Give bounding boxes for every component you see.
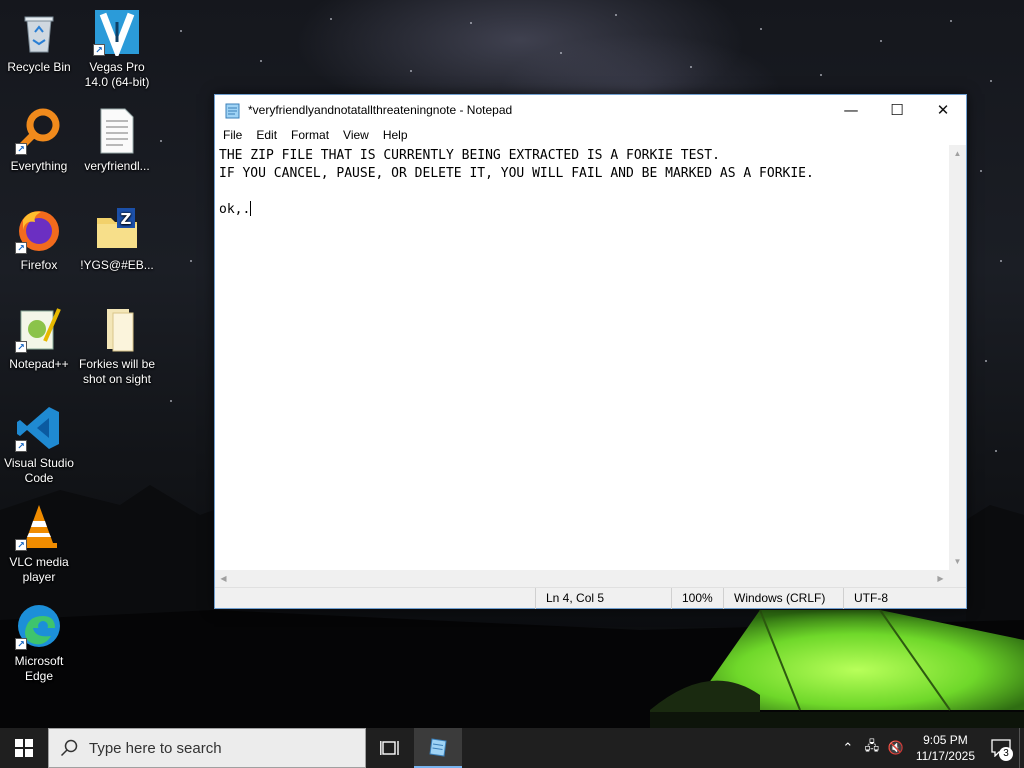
window-title: *veryfriendlyandnotatallthreateningnote … (248, 103, 513, 117)
start-button[interactable] (0, 728, 48, 768)
scroll-left-icon[interactable]: ◀ (215, 570, 232, 587)
vegas-pro-icon: ↗ (93, 8, 141, 60)
desktop-icon-vscode[interactable]: ↗ Visual Studio Code (0, 404, 78, 486)
show-desktop-button[interactable] (1019, 728, 1024, 768)
action-center-button[interactable]: 3 (983, 728, 1019, 768)
status-bar: Ln 4, Col 5 100% Windows (CRLF) UTF-8 (215, 587, 966, 609)
scroll-right-icon[interactable]: ▶ (932, 570, 949, 587)
text-editor[interactable]: THE ZIP FILE THAT IS CURRENTLY BEING EXT… (215, 145, 949, 570)
search-icon (49, 739, 89, 757)
desktop-icon-everything[interactable]: ↗ Everything (0, 107, 78, 174)
desktop-icon-vlc[interactable]: ↗ VLC media player (0, 503, 78, 585)
clock-date: 11/17/2025 (915, 749, 975, 763)
taskbar-search-box[interactable]: Type here to search (48, 728, 366, 768)
horizontal-scrollbar[interactable]: ◀ ▶ (215, 570, 949, 587)
menu-help[interactable]: Help (376, 128, 415, 142)
firefox-icon: ↗ (15, 206, 63, 254)
close-button[interactable]: ✕ (920, 95, 966, 125)
vertical-scrollbar[interactable]: ▲ ▼ (949, 145, 966, 570)
task-view-button[interactable] (366, 728, 414, 768)
task-view-icon (380, 741, 399, 755)
vlc-icon: ↗ (15, 503, 63, 551)
title-bar[interactable]: *veryfriendlyandnotatallthreateningnote … (215, 95, 966, 125)
notepad-icon (429, 738, 447, 757)
green-tent-image (650, 609, 1024, 728)
shortcut-arrow-icon: ↗ (93, 44, 105, 56)
notification-count-badge: 3 (999, 747, 1013, 761)
desktop-icon-vegas-pro[interactable]: ↗ Vegas Pro 14.0 (64-bit) (78, 8, 156, 90)
taskbar: Type here to search ⌃ 🖧 🔇 9:05 PM 11/17/… (0, 728, 1024, 768)
zip-folder-icon: Z (93, 206, 141, 254)
desktop-icon-notepad-plus-plus[interactable]: ↗ Notepad++ (0, 305, 78, 372)
edge-icon: ↗ (15, 602, 63, 650)
windows-logo-icon (15, 739, 33, 757)
desktop-icon-firefox[interactable]: ↗ Firefox (0, 206, 78, 273)
maximize-button[interactable]: ☐ (874, 95, 920, 125)
status-line-ending: Windows (CRLF) (723, 588, 843, 609)
status-zoom: 100% (671, 588, 723, 609)
taskbar-notepad-button[interactable] (414, 728, 462, 768)
menu-view[interactable]: View (336, 128, 376, 142)
shortcut-arrow-icon: ↗ (15, 143, 27, 155)
everything-search-icon: ↗ (15, 107, 63, 155)
notepad-window[interactable]: *veryfriendlyandnotatallthreateningnote … (214, 94, 967, 609)
search-placeholder: Type here to search (89, 739, 222, 757)
scroll-down-icon[interactable]: ▼ (949, 553, 966, 570)
editor-line: THE ZIP FILE THAT IS CURRENTLY BEING EXT… (219, 148, 720, 163)
notepad-plus-plus-icon: ↗ (15, 305, 63, 353)
desktop-icon-recycle-bin[interactable]: Recycle Bin (0, 8, 78, 75)
scroll-up-icon[interactable]: ▲ (949, 145, 966, 162)
menu-bar: File Edit Format View Help (215, 125, 966, 145)
scrollbar-corner (949, 570, 966, 587)
volume-muted-icon[interactable]: 🔇 (884, 740, 908, 756)
status-encoding: UTF-8 (843, 588, 966, 609)
editor-line: ok,. (219, 202, 251, 217)
shortcut-arrow-icon: ↗ (15, 638, 27, 650)
network-icon[interactable]: 🖧 (860, 737, 884, 759)
vscode-icon: ↗ (15, 404, 63, 452)
shortcut-arrow-icon: ↗ (15, 341, 27, 353)
recycle-bin-icon (15, 8, 63, 56)
text-caret (250, 201, 252, 216)
editor-line: IF YOU CANCEL, PAUSE, OR DELETE IT, YOU … (219, 166, 814, 181)
status-cursor-position: Ln 4, Col 5 (535, 588, 671, 609)
minimize-button[interactable]: — (828, 95, 874, 125)
editor-line-with-caret: ok,. (219, 201, 945, 219)
text-file-icon (93, 107, 141, 155)
chevron-up-icon[interactable]: ⌃ (836, 740, 860, 756)
shortcut-arrow-icon: ↗ (15, 242, 27, 254)
desktop-icon-zip-folder[interactable]: Z !YGS@#EB... (78, 206, 156, 273)
minimize-icon: — (843, 101, 859, 119)
system-tray: ⌃ 🖧 🔇 9:05 PM 11/17/2025 3 (836, 728, 1024, 768)
desktop-icon-text-file[interactable]: veryfriendl... (78, 107, 156, 174)
clock-time: 9:05 PM (923, 733, 968, 747)
desktop-icon-forkies-folder[interactable]: Forkies will be shot on sight (78, 305, 156, 387)
notepad-app-icon (225, 103, 240, 119)
menu-format[interactable]: Format (284, 128, 336, 142)
clock[interactable]: 9:05 PM 11/17/2025 (908, 732, 983, 764)
shortcut-arrow-icon: ↗ (15, 440, 27, 452)
svg-text:Z: Z (121, 210, 132, 228)
shortcut-arrow-icon: ↗ (15, 539, 27, 551)
folder-icon (93, 305, 141, 353)
maximize-icon: ☐ (890, 101, 904, 119)
menu-edit[interactable]: Edit (249, 128, 284, 142)
menu-file[interactable]: File (216, 128, 249, 142)
desktop-icon-edge[interactable]: ↗ Microsoft Edge (0, 602, 78, 684)
close-icon: ✕ (936, 101, 950, 119)
